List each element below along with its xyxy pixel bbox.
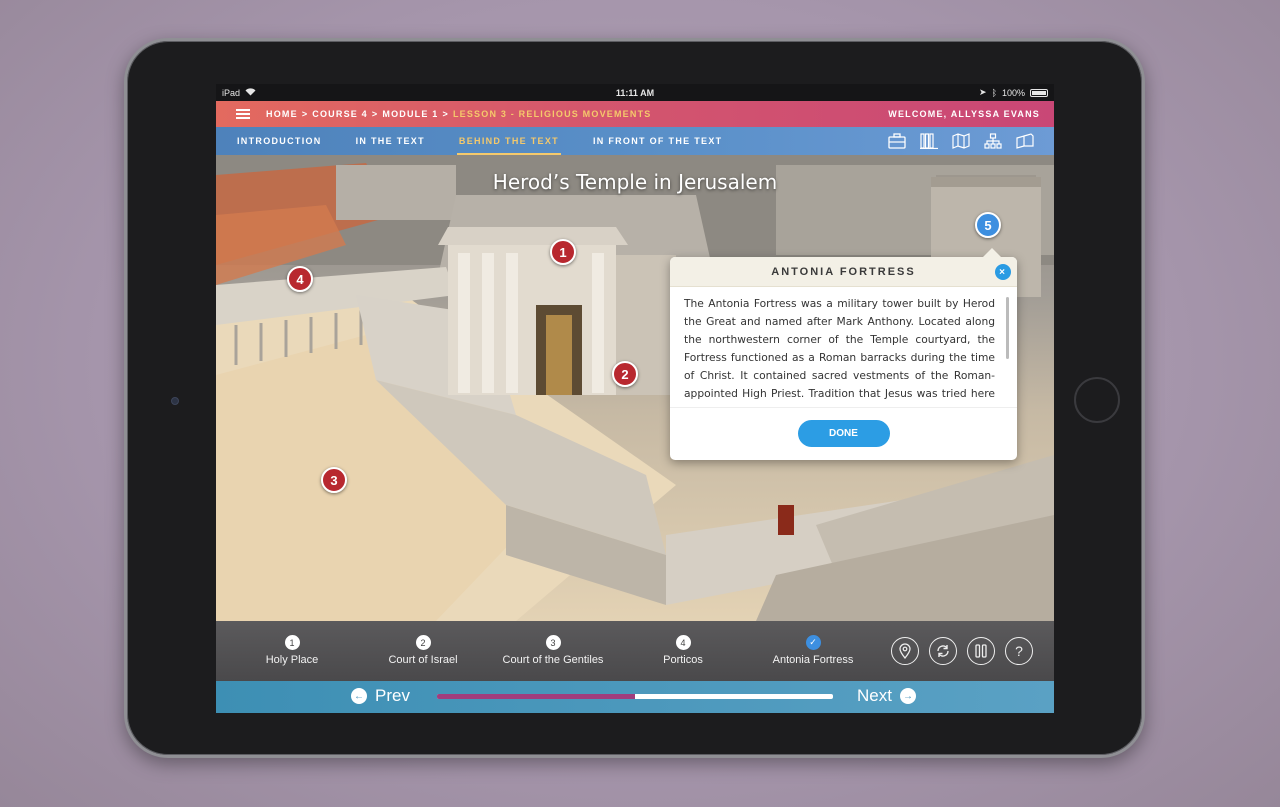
briefcase-icon[interactable] <box>888 132 906 150</box>
hotspot-item-court-of-the-gentiles[interactable]: 3 Court of the Gentiles <box>498 635 608 666</box>
battery-icon <box>1030 88 1048 97</box>
menu-icon[interactable] <box>236 109 250 119</box>
header-bar: HOME > COURSE 4 > MODULE 1 > LESSON 3 - … <box>216 101 1054 127</box>
tab-in-the-text[interactable]: IN THE TEXT <box>356 127 425 155</box>
tab-in-front-of-the-text[interactable]: IN FRONT OF THE TEXT <box>593 127 723 155</box>
toolbar <box>888 132 1054 150</box>
tab-introduction[interactable]: INTRODUCTION <box>237 127 322 155</box>
hotspot-nav: 1 Holy Place 2 Court of Israel 3 Court o… <box>216 621 1054 681</box>
hotspot-marker-2[interactable]: 2 <box>612 361 638 387</box>
bluetooth-icon: ᛒ <box>991 87 997 98</box>
breadcrumb-separator: > <box>371 109 379 119</box>
hotspot-number: 1 <box>284 635 300 650</box>
help-icon[interactable]: ? <box>1005 637 1033 665</box>
info-popup: ANTONIA FORTRESS × The Antonia Fortress … <box>670 248 1017 460</box>
hotspot-item-court-of-israel[interactable]: 2 Court of Israel <box>368 635 478 666</box>
breadcrumb-separator: > <box>301 109 309 119</box>
hotspot-marker-5[interactable]: 5 <box>975 212 1001 238</box>
hotspot-label: Court of the Gentiles <box>502 654 604 666</box>
hotspot-marker-3[interactable]: 3 <box>321 467 347 493</box>
popup-body: The Antonia Fortress was a military towe… <box>684 297 995 407</box>
front-camera <box>171 397 179 405</box>
pause-icon[interactable] <box>967 637 995 665</box>
popup-pointer <box>983 248 1001 257</box>
tab-behind-the-text[interactable]: BEHIND THE TEXT <box>456 127 561 155</box>
location-icon[interactable] <box>891 637 919 665</box>
welcome-user[interactable]: WELCOME, ALLYSSA EVANS <box>888 109 1040 119</box>
popup-title: ANTONIA FORTRESS <box>771 265 916 278</box>
checkmark-icon: ✓ <box>805 635 821 650</box>
hotspot-label: Holy Place <box>265 654 319 666</box>
lesson-footer: ← Prev Next → <box>216 681 1054 713</box>
arrow-right-icon: → <box>899 688 916 704</box>
hotspot-item-porticos[interactable]: 4 Porticos <box>628 635 738 666</box>
breadcrumb-module[interactable]: MODULE 1 <box>382 109 438 119</box>
breadcrumb-course[interactable]: COURSE 4 <box>312 109 368 119</box>
battery-percent: 100% <box>1001 87 1025 98</box>
breadcrumb-home[interactable]: HOME <box>266 109 298 119</box>
library-icon[interactable] <box>920 132 938 150</box>
close-icon[interactable]: × <box>995 264 1011 280</box>
breadcrumb-separator: > <box>442 109 449 119</box>
prev-label: Prev <box>375 686 410 705</box>
location-status-icon: ➤ <box>979 87 987 97</box>
hotspot-marker-4[interactable]: 4 <box>287 266 313 292</box>
status-time: 11:11 AM <box>615 87 655 98</box>
refresh-icon[interactable] <box>929 637 957 665</box>
org-chart-icon[interactable] <box>984 132 1002 150</box>
hotspot-number: 3 <box>545 635 561 650</box>
hotspot-number: 4 <box>675 635 691 650</box>
map-icon[interactable] <box>952 132 970 150</box>
temple-scene: Herod’s Temple in Jerusalem 1 2 3 4 5 AN… <box>216 155 1054 621</box>
hotspot-item-holy-place[interactable]: 1 Holy Place <box>237 635 347 666</box>
scene-title: Herod’s Temple in Jerusalem <box>492 170 778 194</box>
hotspot-item-antonia-fortress[interactable]: ✓ Antonia Fortress <box>758 635 868 666</box>
prev-button[interactable]: ← Prev <box>351 686 410 706</box>
breadcrumb-lesson: LESSON 3 - RELIGIOUS MOVEMENTS <box>452 109 652 119</box>
atlas-icon[interactable] <box>1016 132 1034 150</box>
popup-scrollbar[interactable] <box>1006 297 1009 359</box>
hotspot-label: Court of Israel <box>388 654 458 666</box>
hotspot-label: Antonia Fortress <box>772 654 854 666</box>
next-button[interactable]: Next → <box>857 686 916 706</box>
popup-footer: DONE <box>670 407 1017 459</box>
app-screen: iPad 11:11 AM ➤ ᛒ 100% HOME > COURSE 4 >… <box>216 84 1054 713</box>
popup-header: ANTONIA FORTRESS × <box>670 257 1017 287</box>
status-bar: iPad 11:11 AM ➤ ᛒ 100% <box>216 84 1054 101</box>
home-button[interactable] <box>1074 377 1120 423</box>
done-button[interactable]: DONE <box>797 420 890 447</box>
hotspot-number: 2 <box>415 635 431 650</box>
progress-fill <box>437 694 635 699</box>
breadcrumb: HOME > COURSE 4 > MODULE 1 > LESSON 3 - … <box>266 109 651 119</box>
device-label: iPad <box>222 87 241 98</box>
next-label: Next <box>857 686 892 705</box>
arrow-left-icon: ← <box>351 688 367 704</box>
lesson-progress-bar <box>437 694 833 699</box>
wifi-icon <box>245 87 256 98</box>
section-tabs: INTRODUCTION IN THE TEXT BEHIND THE TEXT… <box>216 127 1054 155</box>
hotspot-marker-1[interactable]: 1 <box>550 239 576 265</box>
hotspot-label: Porticos <box>663 654 703 666</box>
